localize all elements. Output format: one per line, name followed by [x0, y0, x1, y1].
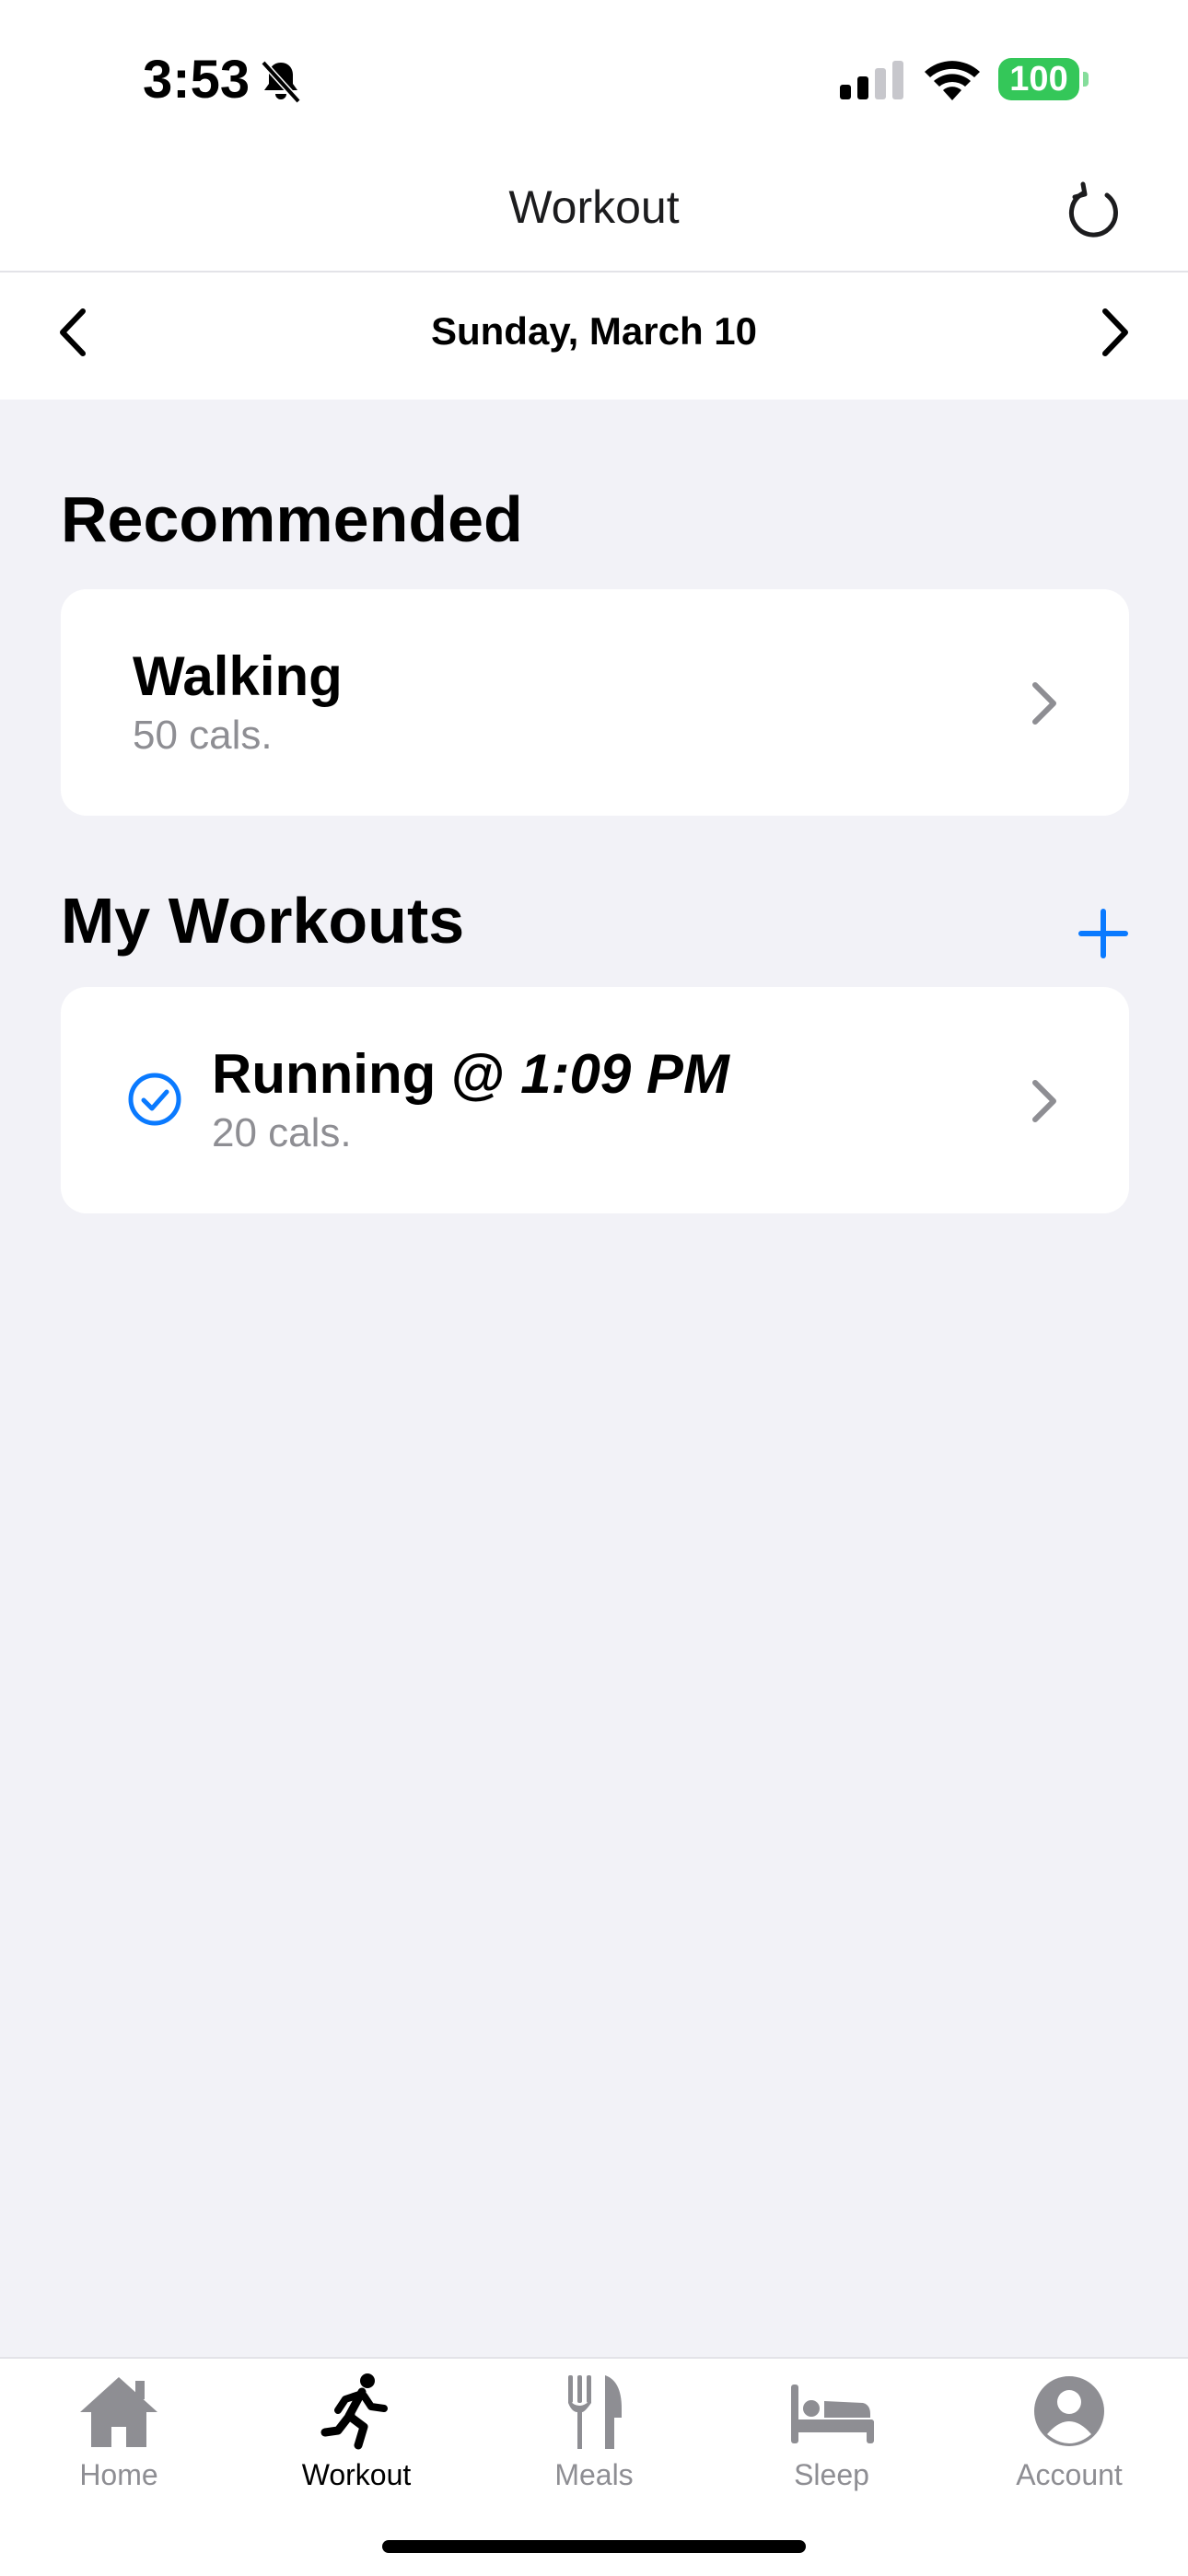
workout-calories: 50 cals. [133, 713, 273, 758]
my-workouts-heading: My Workouts [61, 885, 465, 957]
battery-indicator: 100 [998, 58, 1079, 100]
page-title: Workout [508, 181, 680, 233]
cellular-signal-icon [840, 61, 903, 99]
fork-knife-icon [568, 2375, 622, 2449]
plus-icon[interactable] [1076, 906, 1131, 961]
tab-workout[interactable]: Workout [238, 2359, 475, 2497]
tab-label: Account [1016, 2458, 1123, 2491]
chevron-right-icon [1032, 682, 1056, 725]
date-selector: Sunday, March 10 [0, 273, 1188, 400]
bell-slash-icon [261, 60, 301, 103]
status-time: 3:53 [143, 50, 250, 110]
tab-label: Home [79, 2458, 158, 2491]
recommended-workout-card[interactable]: Walking 50 cals. [61, 589, 1129, 816]
workout-time: 1:09 PM [520, 1043, 729, 1105]
tab-account[interactable]: Account [950, 2359, 1188, 2497]
tab-label: Meals [554, 2458, 634, 2491]
checkmark-circle-icon[interactable] [127, 1072, 182, 1127]
navigation-bar: Workout [0, 157, 1188, 273]
tab-label: Sleep [794, 2458, 869, 2491]
house-icon [80, 2377, 157, 2447]
figure-run-icon [320, 2373, 388, 2450]
bed-icon [791, 2385, 874, 2443]
chevron-right-icon [1032, 1080, 1056, 1122]
current-date: Sunday, March 10 [430, 309, 757, 353]
battery-tip [1083, 72, 1089, 87]
tab-home[interactable]: Home [0, 2359, 238, 2497]
tab-label: Workout [301, 2458, 412, 2491]
workout-name: Walking [133, 645, 343, 707]
home-indicator[interactable] [382, 2540, 806, 2553]
recommended-heading: Recommended [61, 483, 523, 555]
refresh-icon[interactable] [1063, 179, 1129, 249]
workout-card[interactable]: Running @ 1:09 PM 20 cals. [61, 987, 1129, 1213]
workout-title: Running @ 1:09 PM [212, 1042, 729, 1106]
chevron-right-icon[interactable] [1087, 300, 1142, 365]
tab-sleep[interactable]: Sleep [713, 2359, 950, 2497]
wifi-icon [925, 61, 980, 100]
workout-name: Running @ [212, 1043, 521, 1105]
tab-meals[interactable]: Meals [475, 2359, 713, 2497]
person-circle-icon [1034, 2376, 1104, 2446]
status-bar: 3:53 100 [0, 0, 1188, 157]
workout-calories: 20 cals. [212, 1110, 352, 1155]
